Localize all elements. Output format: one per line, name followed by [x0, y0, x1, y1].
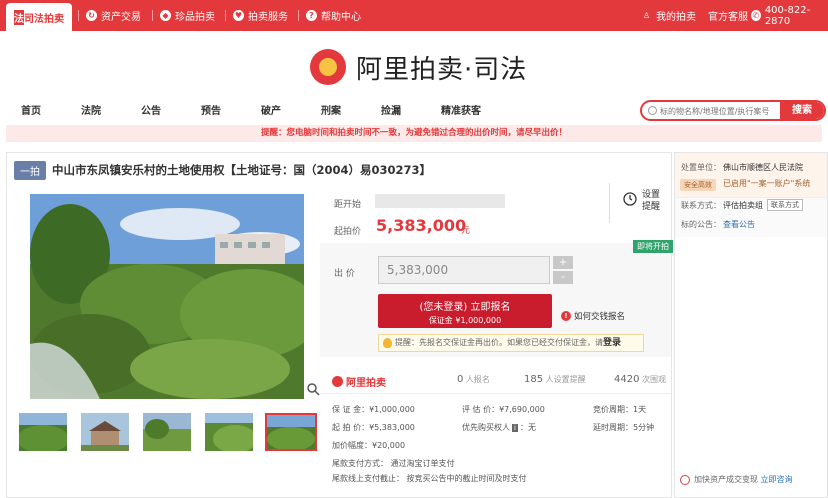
thumbnail-2[interactable] — [81, 413, 129, 451]
notice-label: 标的公告： — [681, 220, 721, 229]
asset-icon: ↻ — [86, 10, 97, 21]
thumbnail-5-selected[interactable] — [265, 413, 317, 451]
safe-badge: 安全高效 — [680, 179, 716, 191]
tab-asset-trade[interactable]: ↻ 资产交易 — [86, 0, 141, 31]
bid-input[interactable]: 5,383,000 — [378, 256, 550, 284]
start-price-value: 5,383,000 — [376, 216, 467, 235]
consult-row: 加快资产成交变现 立即咨询 — [680, 474, 793, 485]
login-link[interactable]: 登录 — [603, 338, 621, 348]
bid-cycle-detail: 竞价周期：1天 — [593, 405, 647, 414]
contact-button[interactable]: 联系方式 — [767, 199, 803, 211]
thumbnail-3[interactable] — [143, 413, 191, 451]
customer-service-link[interactable]: 官方客服 — [708, 0, 748, 31]
contact-name: 评估拍卖组 — [723, 201, 763, 210]
view-count: 4420 次围观 — [614, 374, 666, 385]
nav-criminal[interactable]: 刑案 — [321, 102, 341, 117]
land-photo-image — [30, 194, 304, 399]
how-to-pay-link[interactable]: ! 如何交钱报名 — [561, 310, 625, 322]
search-icon — [648, 106, 657, 115]
heart-icon: ♥ — [233, 10, 244, 21]
phone-number: ✆ 400-822-2870 — [751, 4, 811, 27]
phone-icon: ✆ — [751, 10, 761, 21]
consult-link[interactable]: 立即咨询 — [761, 474, 793, 485]
org-name[interactable]: 佛山市顺德区人民法院 — [723, 162, 803, 173]
search-box: 搜索 — [640, 100, 826, 121]
set-reminder-button[interactable]: 设置 提醒 — [609, 183, 671, 223]
search-button[interactable]: 搜索 — [780, 102, 824, 119]
ali-logo-icon — [332, 376, 343, 387]
gavel-icon: 法 — [14, 9, 24, 25]
tab-help-center[interactable]: ? 帮助中心 — [306, 0, 361, 31]
org-label: 处置单位： — [681, 163, 721, 172]
thumbnail-1[interactable] — [19, 413, 67, 451]
tab-auction-service[interactable]: ♥ 拍卖服务 — [233, 0, 288, 31]
user-icon: ♙ — [642, 11, 651, 20]
ali-auction-logo: 阿里拍卖 — [332, 374, 386, 389]
payment-detail: 尾款支付方式： 通过淘宝订单支付 — [332, 459, 455, 468]
question-icon: ? — [306, 10, 317, 21]
start-price-detail: 起 拍 价：¥5,383,000 — [332, 423, 415, 432]
price-unit: 元 — [461, 226, 471, 236]
round-badge: 一拍 — [14, 160, 46, 180]
tab-treasure-auction[interactable]: ◆ 珍品拍卖 — [160, 0, 215, 31]
consult-icon — [680, 474, 690, 485]
lightbulb-icon — [383, 338, 392, 348]
top-bar: 法司法拍卖 ↻ 资产交易 ◆ 珍品拍卖 ♥ 拍卖服务 ? 帮助中心 ♙ 我的拍卖 官方客服… — [0, 0, 828, 31]
appraisal-detail: 评 估 价：¥7,690,000 — [462, 405, 545, 414]
court-emblem-icon — [310, 49, 346, 85]
title-row: 一拍 中山市东凤镇安乐村的土地使用权【土地证号：国（2004）易030273】 — [14, 160, 431, 180]
thumbnail-4[interactable] — [205, 413, 253, 451]
contact-label: 联系方式： — [681, 201, 721, 210]
signup-count: 0 人报名 — [457, 374, 490, 385]
status-badge: 即将开拍 — [633, 240, 673, 253]
countdown-label: 距开始 — [334, 200, 362, 210]
nav-home[interactable]: 首页 — [21, 102, 41, 117]
nav-precise[interactable]: 精准获客 — [441, 102, 481, 117]
extend-detail: 延时周期：5分钟 — [593, 423, 655, 432]
main-photo[interactable] — [30, 194, 304, 399]
priority-info-icon[interactable]: i — [512, 424, 518, 432]
nav-bankruptcy[interactable]: 破产 — [261, 102, 281, 117]
deadline-detail: 尾款线上支付截止： 按竞买公告中的截止时间及时支付 — [332, 474, 527, 483]
nav-court[interactable]: 法院 — [81, 102, 101, 117]
priority-detail: 优先购买权人 i ：无 — [462, 423, 536, 432]
nav-bargain[interactable]: 捡漏 — [381, 102, 401, 117]
tab-judicial-auction[interactable]: 法司法拍卖 — [6, 3, 72, 31]
nav-preview[interactable]: 预告 — [201, 102, 221, 117]
increase-bid-button[interactable]: + — [553, 256, 573, 269]
system-note[interactable]: 已启用"一案一账户"系统 — [723, 178, 810, 189]
search-input[interactable] — [660, 104, 780, 118]
decrease-bid-button[interactable]: - — [553, 271, 573, 284]
view-notice-link[interactable]: 查看公告 — [723, 219, 755, 230]
deposit-tip: 提醒：先报名交保证金再出价。如果您已经交付保证金，请登录 — [378, 334, 644, 352]
start-price-label: 起拍价 — [334, 227, 362, 237]
signup-button[interactable]: (您未登录) 立即报名 保证金 ¥1,000,000 — [378, 294, 552, 328]
remind-count: 185 人设置提醒 — [524, 374, 586, 385]
site-logo[interactable]: 阿里拍卖·司法 — [310, 44, 527, 90]
nav-notice[interactable]: 公告 — [141, 102, 161, 117]
alarm-clock-icon — [623, 192, 637, 206]
increment-detail: 加价幅度：¥20,000 — [332, 441, 406, 450]
time-notice: 提醒：您电脑时间和拍卖时间不一致，为避免错过合理的出价时间，请尽早出价！ — [6, 125, 822, 142]
deposit-detail: 保 证 金：¥1,000,000 — [332, 405, 415, 414]
gem-icon: ◆ — [160, 10, 171, 21]
zoom-icon[interactable] — [306, 382, 320, 396]
countdown-timer-blurred — [375, 194, 505, 208]
info-icon: ! — [561, 311, 571, 321]
item-title: 中山市东凤镇安乐村的土地使用权【土地证号：国（2004）易030273】 — [52, 163, 432, 177]
bid-label: 出 价 — [334, 269, 355, 279]
my-auction-link[interactable]: ♙ 我的拍卖 — [641, 0, 696, 31]
